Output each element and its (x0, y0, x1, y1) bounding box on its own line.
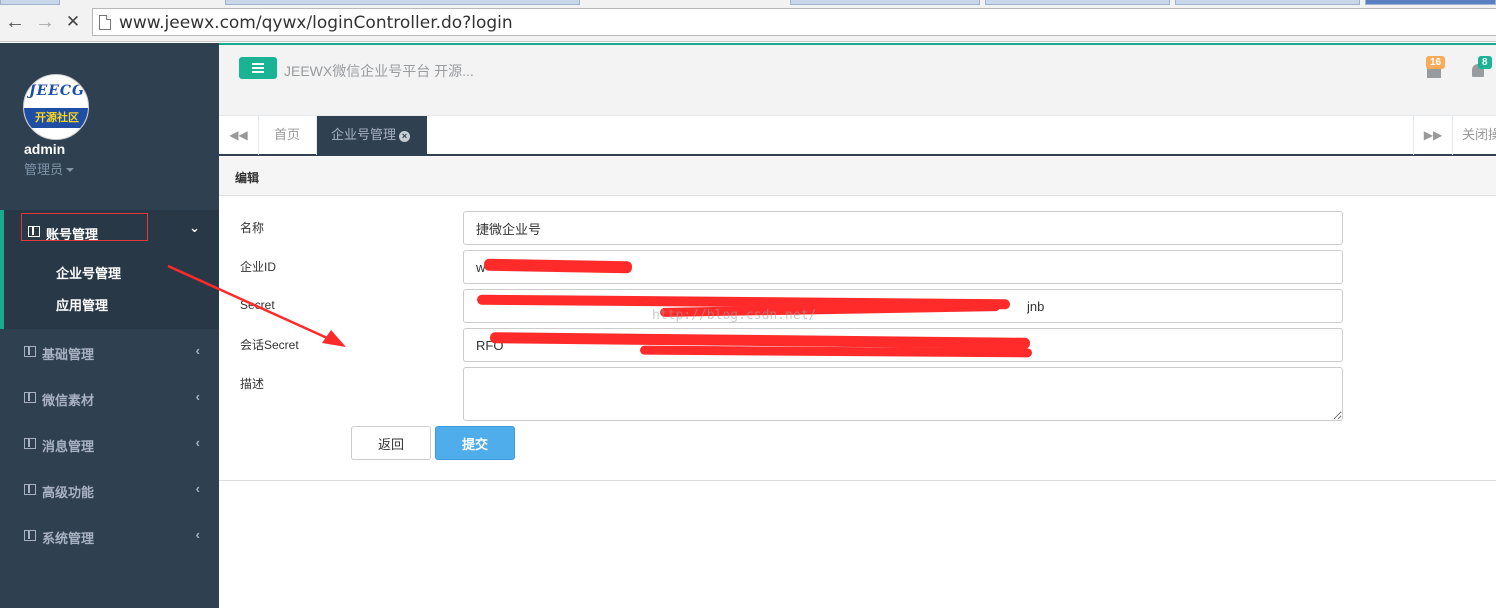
browser-tabstrip (0, 0, 1496, 5)
user-role-label: 管理员 (24, 162, 64, 177)
sidebar-subitem-enterprise[interactable]: 企业号管理 (56, 263, 121, 282)
columns-icon (24, 346, 36, 357)
field-label-corpid: 企业ID (240, 260, 277, 274)
menu-toggle-button[interactable] (239, 57, 277, 79)
back-button[interactable]: 返回 (351, 426, 431, 460)
columns-icon (24, 484, 36, 495)
caret-down-icon (66, 168, 75, 172)
user-name: admin (24, 141, 66, 157)
tabs-scroll-left-icon[interactable]: ◀◀ (219, 116, 259, 155)
browser-toolbar: ← → ✕ www.jeewx.com/qywx/loginController… (0, 0, 1496, 42)
sidebar-item-label: 高级功能 (42, 485, 95, 500)
sidebar: JEECG 开源社区 admin 管理员 账号管理 ⌄ 企业号管理 应用管理 基… (0, 43, 219, 608)
browser-back-icon[interactable]: ← (4, 11, 26, 33)
columns-icon (24, 530, 36, 541)
address-bar[interactable]: www.jeewx.com/qywx/loginController.do?lo… (92, 8, 1496, 36)
highlight-box (21, 213, 148, 241)
tabs-scroll-right-icon[interactable]: ▶▶ (1413, 116, 1453, 155)
page-icon (99, 15, 111, 30)
panel-title: 编辑 (235, 171, 260, 185)
field-label-name: 名称 (240, 221, 265, 235)
mail-count-badge: 16 (1426, 56, 1446, 69)
panel-divider (219, 480, 1496, 481)
content-tabs: ◀◀ 首页 企业号管理 × ▶▶ 关闭操 (219, 115, 1496, 156)
sidebar-subitem-apps[interactable]: 应用管理 (56, 295, 108, 314)
sidebar-item-advanced[interactable]: 高级功能 ‹ (0, 468, 219, 514)
redaction-mark (483, 258, 633, 274)
field-label-description: 描述 (240, 377, 265, 391)
browser-forward-icon[interactable]: → (34, 11, 56, 33)
site-logo[interactable]: JEECG 开源社区 (23, 74, 89, 140)
close-icon[interactable]: × (399, 131, 411, 142)
description-field[interactable] (463, 367, 1343, 421)
panel-heading: 编辑 (219, 157, 1496, 196)
sidebar-item-message[interactable]: 消息管理 ‹ (0, 422, 219, 468)
tab-enterprise[interactable]: 企业号管理 × (317, 116, 427, 155)
chevron-left-icon: ‹ (195, 435, 200, 450)
field-label-chat-secret: 会话Secret (240, 338, 299, 352)
notify-count-badge: 8 (1478, 56, 1492, 69)
name-field[interactable] (463, 211, 1343, 245)
chevron-down-icon: ⌄ (189, 220, 200, 235)
sidebar-item-label: 微信素材 (42, 393, 95, 408)
chevron-left-icon: ‹ (195, 389, 200, 404)
logo-bottom-text: 开源社区 (24, 108, 88, 128)
user-role-dropdown[interactable]: 管理员 (24, 159, 75, 178)
columns-icon (24, 438, 36, 449)
watermark: http://blog.csdn.net/ (652, 308, 817, 323)
top-navbar: JEEWX微信企业号平台 开源... 16 8 (219, 43, 1496, 115)
browser-stop-icon[interactable]: ✕ (62, 11, 84, 33)
sidebar-item-label: 基础管理 (42, 347, 95, 362)
chevron-left-icon: ‹ (195, 481, 200, 496)
sidebar-item-label: 系统管理 (42, 531, 95, 546)
close-tabs-button[interactable]: 关闭操 (1462, 116, 1496, 154)
sidebar-item-label: 消息管理 (42, 439, 95, 454)
sidebar-item-system[interactable]: 系统管理 ‹ (0, 514, 219, 560)
field-label-secret: Secret (240, 298, 275, 312)
tab-home[interactable]: 首页 (260, 116, 317, 155)
sidebar-item-basic[interactable]: 基础管理 ‹ (0, 330, 219, 376)
chevron-left-icon: ‹ (195, 527, 200, 542)
submit-button[interactable]: 提交 (435, 426, 515, 460)
logo-top-text: JEECG (28, 83, 86, 99)
site-title: JEEWX微信企业号平台 开源... (284, 63, 474, 79)
chevron-left-icon: ‹ (195, 343, 200, 358)
columns-icon (24, 392, 36, 403)
address-url[interactable]: www.jeewx.com/qywx/loginController.do?lo… (119, 13, 513, 33)
tab-label: 企业号管理 (331, 127, 397, 142)
sidebar-item-material[interactable]: 微信素材 ‹ (0, 376, 219, 422)
